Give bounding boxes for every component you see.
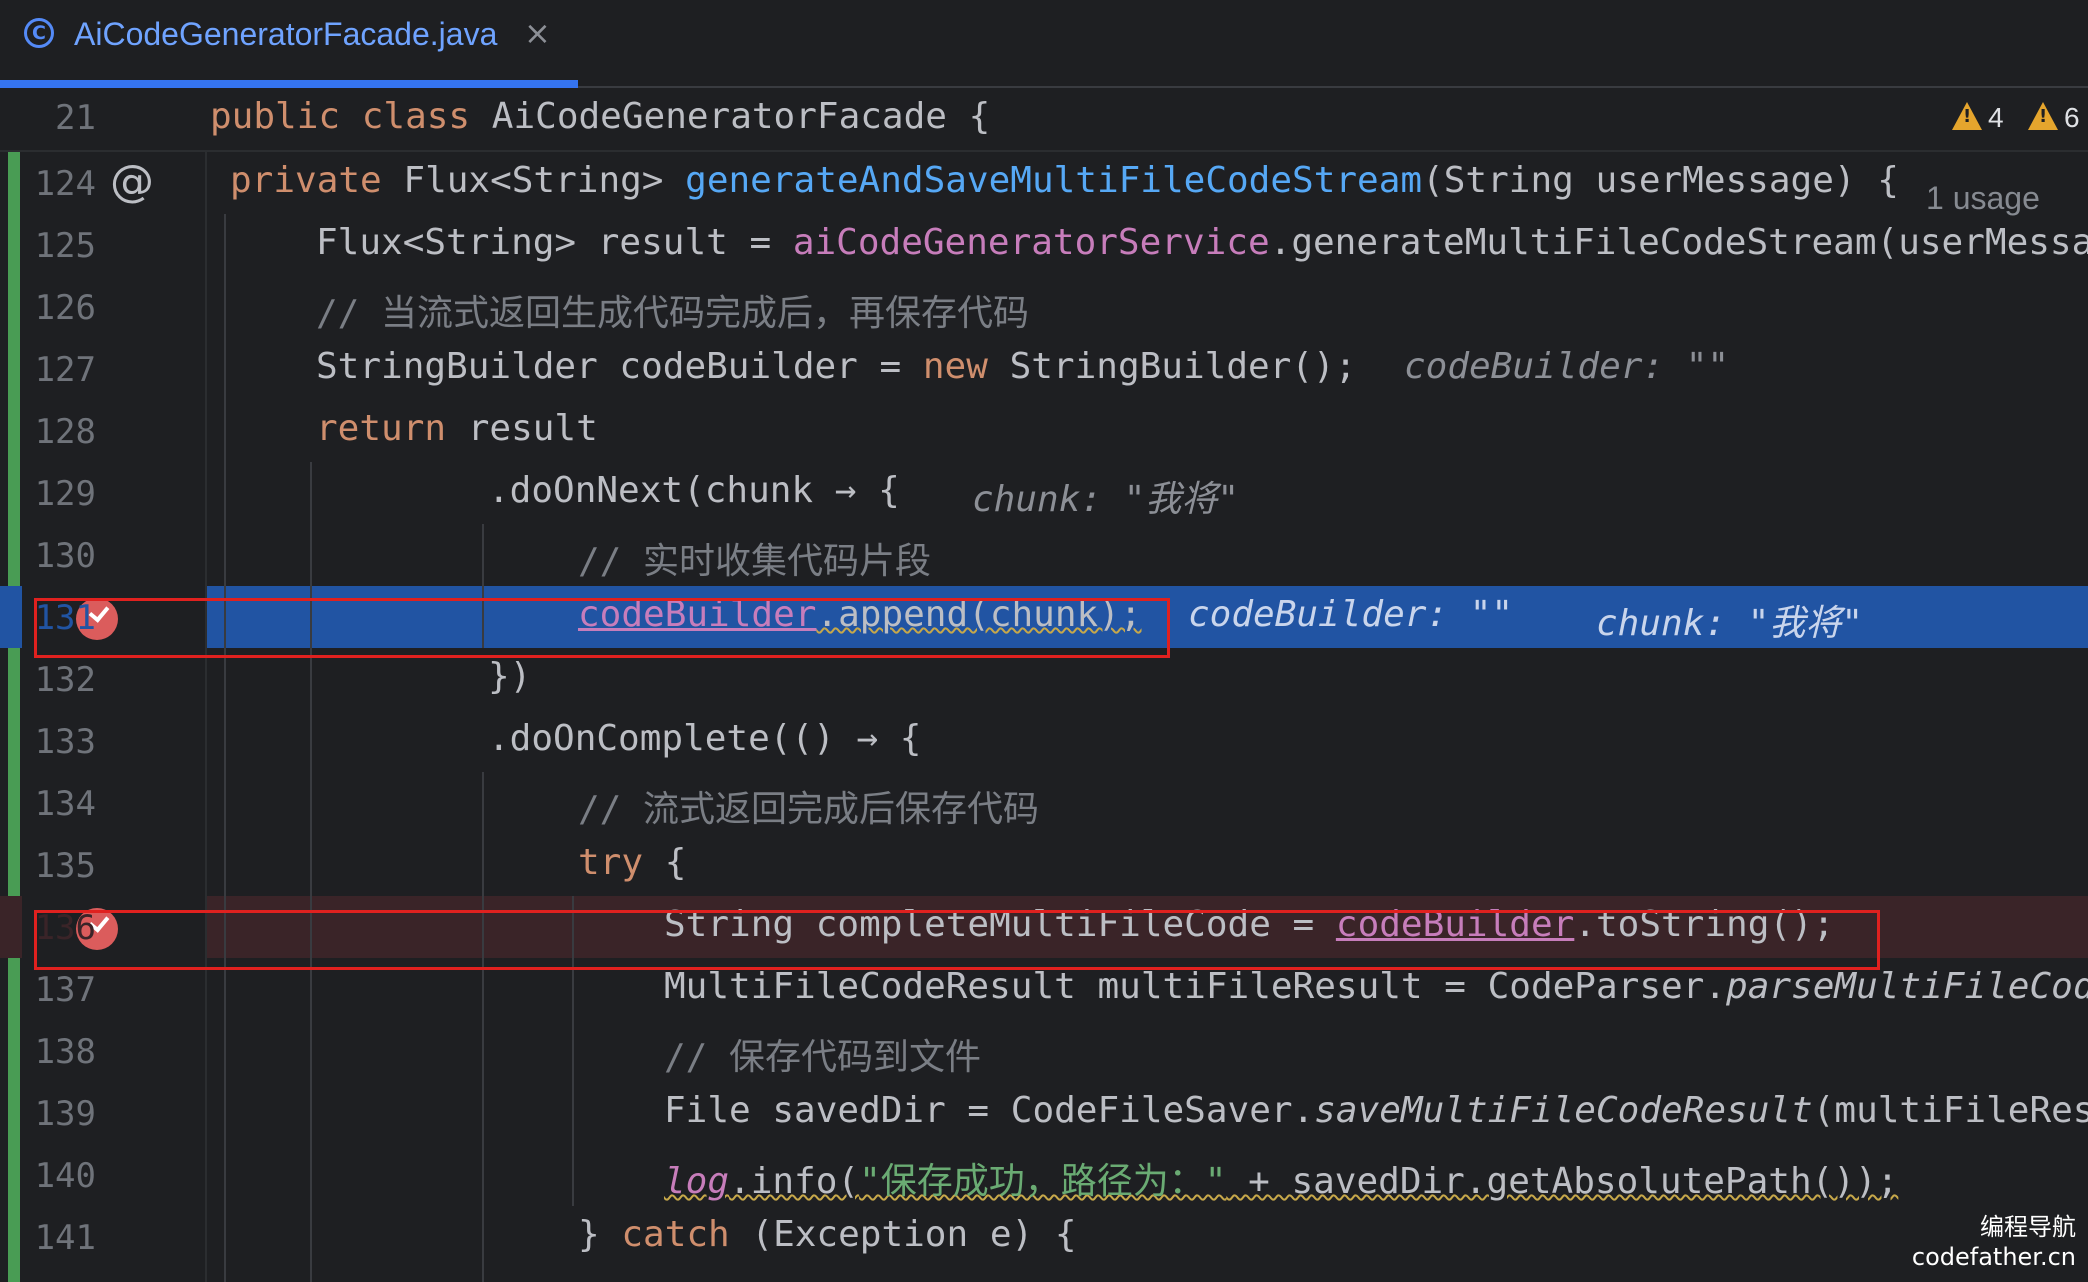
indent-guide bbox=[482, 524, 484, 648]
line-number: 126 bbox=[34, 288, 96, 328]
line-number: 21 bbox=[55, 98, 96, 138]
code-line-137[interactable]: 137 MultiFileCodeResult multiFileResult … bbox=[0, 958, 2088, 1020]
warning-icon bbox=[1952, 102, 1982, 130]
line-number: 131 bbox=[34, 598, 96, 638]
line-number: 141 bbox=[34, 1218, 96, 1258]
code-line-139[interactable]: 139 File savedDir = CodeFileSaver.saveMu… bbox=[0, 1082, 2088, 1144]
weak-warning-count-badge[interactable]: 6 bbox=[2028, 102, 2080, 134]
annotation-icon[interactable]: @ bbox=[110, 156, 154, 207]
code-comment: // 当流式返回生成代码完成后，再保存代码 bbox=[316, 293, 1030, 334]
line-number: 137 bbox=[34, 970, 96, 1010]
tab-filename: AiCodeGeneratorFacade.java bbox=[74, 16, 498, 52]
line-number: 135 bbox=[34, 846, 96, 886]
code-text: MultiFileCodeResult multiFileResult = Co… bbox=[664, 966, 2088, 1007]
sticky-class-header[interactable]: 21 public class AiCodeGeneratorFacade { … bbox=[0, 88, 2088, 152]
indent-guide bbox=[482, 772, 484, 1282]
indent-guide bbox=[572, 896, 574, 1206]
line-number: 125 bbox=[34, 226, 96, 266]
debug-inline-value: codeBuilder: "" bbox=[1188, 594, 1514, 635]
code-line-141[interactable]: 141 } catch (Exception e) { bbox=[0, 1206, 2088, 1268]
line-number: 124 bbox=[34, 164, 96, 204]
active-tab-indicator bbox=[0, 80, 578, 88]
code-line-132[interactable]: 132 }) bbox=[0, 648, 2088, 710]
code-line-138[interactable]: 138 // 保存代码到文件 bbox=[0, 1020, 2088, 1082]
line-number: 134 bbox=[34, 784, 96, 824]
code-comment: // 保存代码到文件 bbox=[664, 1037, 982, 1078]
code-text: try { bbox=[578, 842, 687, 883]
gutter-separator bbox=[205, 152, 207, 1282]
debug-inline-value: chunk: "我将" bbox=[1596, 603, 1864, 644]
code-line-134[interactable]: 134 // 流式返回完成后保存代码 bbox=[0, 772, 2088, 834]
line-number: 138 bbox=[34, 1032, 96, 1072]
code-comment: // 流式返回完成后保存代码 bbox=[578, 789, 1040, 830]
code-line-131-execution-point[interactable]: 131 codeBuilder.append(chunk); codeBuild… bbox=[0, 586, 2088, 648]
editor-tab-bar: C AiCodeGeneratorFacade.java × bbox=[0, 0, 2088, 88]
code-text: .doOnComplete(() → { bbox=[488, 718, 922, 759]
line-number: 128 bbox=[34, 412, 96, 452]
debug-inline-value: codeBuilder: "" bbox=[1404, 346, 1730, 387]
line-number: 136 bbox=[34, 908, 96, 948]
code-text: return result bbox=[316, 408, 598, 449]
code-line-127[interactable]: 127 StringBuilder codeBuilder = new Stri… bbox=[0, 338, 2088, 400]
code-line-128[interactable]: 128 return result bbox=[0, 400, 2088, 462]
code-line-135[interactable]: 135 try { bbox=[0, 834, 2088, 896]
code-line-130[interactable]: 130 // 实时收集代码片段 bbox=[0, 524, 2088, 586]
warning-count-badge[interactable]: 4 bbox=[1952, 102, 2004, 134]
line-number: 133 bbox=[34, 722, 96, 762]
code-text: File savedDir = CodeFileSaver.saveMultiF… bbox=[664, 1090, 2088, 1131]
code-text: private Flux<String> generateAndSaveMult… bbox=[230, 160, 1899, 201]
watermark: 编程导航 codefather.cn bbox=[1911, 1213, 2076, 1271]
line-number: 139 bbox=[34, 1094, 96, 1134]
code-text: } catch (Exception e) { bbox=[578, 1214, 1077, 1255]
code-text: public class AiCodeGeneratorFacade { bbox=[210, 96, 991, 137]
code-line-124[interactable]: 124 @ private Flux<String> generateAndSa… bbox=[0, 152, 2088, 217]
code-editor[interactable]: 124 @ private Flux<String> generateAndSa… bbox=[0, 152, 2088, 1282]
indent-guide bbox=[310, 462, 312, 1282]
code-line-125[interactable]: 125 Flux<String> result = aiCodeGenerato… bbox=[0, 214, 2088, 276]
usage-hint[interactable]: 1 usage bbox=[1926, 180, 2040, 217]
code-line-140[interactable]: 140 log.info("保存成功，路径为：" + savedDir.getA… bbox=[0, 1144, 2088, 1206]
line-number: 129 bbox=[34, 474, 96, 514]
code-text: String completeMultiFileCode = codeBuild… bbox=[664, 904, 1835, 945]
code-text: log.info("保存成功，路径为：" + savedDir.getAbsol… bbox=[664, 1161, 1899, 1202]
code-text: .doOnNext(chunk → { bbox=[488, 470, 900, 511]
code-line-136-breakpoint[interactable]: 136 String completeMultiFileCode = codeB… bbox=[0, 896, 2088, 958]
tab-ai-code-generator-facade[interactable]: C AiCodeGeneratorFacade.java × bbox=[0, 0, 578, 88]
line-number: 127 bbox=[34, 350, 96, 390]
code-line-129[interactable]: 129 .doOnNext(chunk → { chunk: "我将" bbox=[0, 462, 2088, 524]
line-number: 130 bbox=[34, 536, 96, 576]
code-comment: // 实时收集代码片段 bbox=[578, 541, 932, 582]
debug-inline-value: chunk: "我将" bbox=[972, 479, 1240, 520]
line-number: 132 bbox=[34, 660, 96, 700]
close-icon[interactable]: × bbox=[524, 14, 551, 52]
weak-warning-icon bbox=[2028, 102, 2058, 130]
indent-guide bbox=[224, 214, 226, 1282]
code-line-126[interactable]: 126 // 当流式返回生成代码完成后，再保存代码 bbox=[0, 276, 2088, 338]
java-class-icon: C bbox=[24, 18, 54, 48]
code-line-133[interactable]: 133 .doOnComplete(() → { bbox=[0, 710, 2088, 772]
code-text: StringBuilder codeBuilder = new StringBu… bbox=[316, 346, 1357, 387]
line-number: 140 bbox=[34, 1156, 96, 1196]
code-text: }) bbox=[488, 656, 532, 697]
code-text: Flux<String> result = aiCodeGeneratorSer… bbox=[316, 222, 2088, 263]
code-text: codeBuilder.append(chunk); bbox=[578, 594, 1142, 635]
